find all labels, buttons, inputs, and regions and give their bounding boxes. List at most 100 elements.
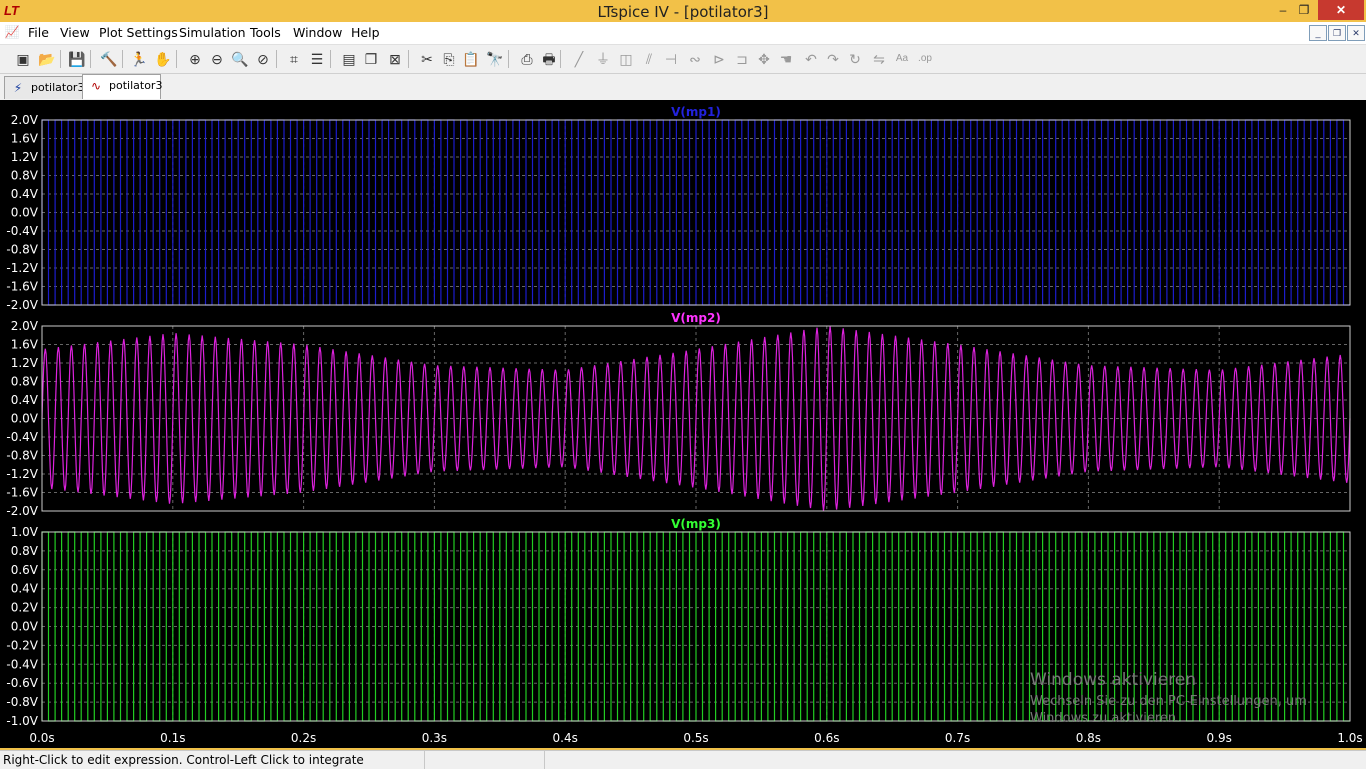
toolbar: ▣ 📂 💾 🔨 🏃 ✋ ⊕ ⊖ 🔍 ⊘ ⌗ ☰ ▤ ❐ ⊠ ✂ ⎘ 📋 🔭 ⎙ 🖶 ╱ ⏚ ◫ ⫽ ⊣ ∾ ⊳ ⊐ ✥ ☚ ↶ ↷ ↻ ⇋ Aa .op xyxy=(0,45,1366,74)
menu-window[interactable]: Window xyxy=(293,25,342,40)
waveform-plots-svg: 2.0V 1.6V 1.2V 0.8V 0.4V 0.0V -0.4V -0.8V -1.2V -… xyxy=(6,105,1362,745)
y-tick-label: 0.8V xyxy=(11,544,39,558)
zoom-cancel-icon[interactable]: ⊘ xyxy=(254,50,272,68)
toolbar-separator xyxy=(408,50,409,68)
chart-doc-icon[interactable]: 📈 xyxy=(3,23,21,41)
halt-icon[interactable]: ✋ xyxy=(154,50,172,68)
mdi-close-button[interactable]: ✕ xyxy=(1347,25,1365,41)
toolbar-separator xyxy=(90,50,91,68)
zoom-out-icon[interactable]: ⊖ xyxy=(208,50,226,68)
y-tick-label: 0.0V xyxy=(11,206,39,220)
schematic-icon: ⚡ xyxy=(13,81,23,95)
tab-label: potilator3 xyxy=(109,79,163,92)
y-tick-label: 1.6V xyxy=(11,132,39,146)
cascade-icon[interactable]: ❐ xyxy=(362,50,380,68)
menu-view[interactable]: View xyxy=(60,25,90,40)
y-tick-label: 0.8V xyxy=(11,375,39,389)
run-icon[interactable]: 🏃 xyxy=(130,50,148,68)
toolbar-separator xyxy=(560,50,561,68)
toolbar-separator xyxy=(176,50,177,68)
watermark-line-2: Wechseln Sie zu den PC-Einstellungen, um xyxy=(1030,694,1307,709)
windows-activation-watermark: Windows aktivieren Wechseln Sie zu den P… xyxy=(1030,670,1307,726)
y-tick-label: -0.4V xyxy=(6,657,38,671)
y-tick-label: 0.6V xyxy=(11,563,39,577)
menu-tools[interactable]: Tools xyxy=(250,25,281,40)
menu-file[interactable]: File xyxy=(28,25,49,40)
ground-icon[interactable]: ⏚ xyxy=(594,50,612,68)
close-window-icon[interactable]: ⊠ xyxy=(386,50,404,68)
zoom-in-icon[interactable]: ⊕ xyxy=(186,50,204,68)
x-tick-label: 0.0s xyxy=(29,731,54,745)
tab-schematic[interactable]: ⚡ potilator3 xyxy=(4,76,84,99)
waveform-viewer[interactable]: 2.0V 1.6V 1.2V 0.8V 0.4V 0.0V -0.4V -0.8V -1.2V -… xyxy=(0,100,1366,748)
status-cell xyxy=(544,751,675,769)
y-tick-label: -1.2V xyxy=(6,261,38,275)
x-tick-label: 0.5s xyxy=(683,731,708,745)
tab-label: potilator3 xyxy=(31,81,85,94)
y-tick-label: 0.4V xyxy=(11,393,39,407)
menu-plot-settings[interactable]: Plot Settings xyxy=(99,25,178,40)
label-icon[interactable]: ◫ xyxy=(617,50,635,68)
y-tick-label: -0.2V xyxy=(6,638,38,652)
print-setup-icon[interactable]: ⎙ xyxy=(518,50,536,68)
tab-waveform[interactable]: ∿ potilator3 xyxy=(82,74,163,99)
spice-directive-icon[interactable]: .op xyxy=(916,50,934,68)
print-icon[interactable]: 🖶 xyxy=(540,50,558,68)
menu-simulation[interactable]: Simulation xyxy=(179,25,246,40)
component-icon[interactable]: ⊐ xyxy=(733,50,751,68)
y-tick-label: 1.2V xyxy=(11,356,39,370)
trace-title: V(mp3) xyxy=(671,517,721,531)
resistor-icon[interactable]: ⫽ xyxy=(640,50,658,68)
copy-icon[interactable]: ⎘ xyxy=(440,50,458,68)
rotate-icon[interactable]: ↻ xyxy=(846,50,864,68)
cut-icon[interactable]: ✂ xyxy=(418,50,436,68)
y-tick-label: 2.0V xyxy=(11,113,39,127)
trace-title: V(mp1) xyxy=(671,105,721,119)
y-tick-label: 0.4V xyxy=(11,187,39,201)
menu-bar: 📈 File View Plot Settings Simulation Too… xyxy=(0,22,1366,45)
y-tick-label: -2.0V xyxy=(6,298,38,312)
maximize-button[interactable]: ❐ xyxy=(1291,0,1317,20)
paste-icon[interactable]: 📋 xyxy=(462,50,480,68)
text-icon[interactable]: Aa xyxy=(893,50,911,68)
mdi-minimize-button[interactable]: _ xyxy=(1309,25,1327,41)
x-tick-label: 0.6s xyxy=(814,731,839,745)
autorange-icon[interactable]: ⌗ xyxy=(285,50,303,68)
zoom-back-icon[interactable]: 🔍 xyxy=(231,50,249,68)
control-panel-icon[interactable]: 🔨 xyxy=(100,50,118,68)
status-text: Right-Click to edit expression. Control-… xyxy=(3,753,364,767)
y-tick-label: 0.4V xyxy=(11,582,39,596)
y-tick-label: -0.4V xyxy=(6,430,38,444)
close-button[interactable]: ✕ xyxy=(1318,0,1364,20)
y-tick-label: -0.4V xyxy=(6,224,38,238)
trace-title: V(mp2) xyxy=(671,311,721,325)
open-icon[interactable]: 📂 xyxy=(38,50,56,68)
toolbar-separator xyxy=(508,50,509,68)
wire-icon[interactable]: ╱ xyxy=(570,50,588,68)
diode-icon[interactable]: ⊳ xyxy=(710,50,728,68)
x-tick-label: 0.3s xyxy=(422,731,447,745)
toolbar-separator xyxy=(122,50,123,68)
x-tick-label: 0.9s xyxy=(1207,731,1232,745)
tile-horizontal-icon[interactable]: ☰ xyxy=(308,50,326,68)
y-tick-label: -1.6V xyxy=(6,280,38,294)
capacitor-icon[interactable]: ⊣ xyxy=(662,50,680,68)
y-tick-label: -0.8V xyxy=(6,695,38,709)
x-tick-label: 0.7s xyxy=(945,731,970,745)
mdi-restore-button[interactable]: ❐ xyxy=(1328,25,1346,41)
drag-icon[interactable]: ☚ xyxy=(777,50,795,68)
inductor-icon[interactable]: ∾ xyxy=(686,50,704,68)
new-schematic-icon[interactable]: ▣ xyxy=(14,50,32,68)
find-icon[interactable]: 🔭 xyxy=(486,50,504,68)
title-bar: LT LTspice IV - [potilator3] ‒ ❐ ✕ xyxy=(0,0,1366,22)
undo-icon[interactable]: ↶ xyxy=(802,50,820,68)
redo-icon[interactable]: ↷ xyxy=(824,50,842,68)
mirror-icon[interactable]: ⇋ xyxy=(870,50,888,68)
move-icon[interactable]: ✥ xyxy=(755,50,773,68)
menu-help[interactable]: Help xyxy=(351,25,380,40)
y-tick-label: 1.6V xyxy=(11,338,39,352)
save-icon[interactable]: 💾 xyxy=(68,50,86,68)
y-tick-label: 0.0V xyxy=(11,412,39,426)
tile-vertical-icon[interactable]: ▤ xyxy=(340,50,358,68)
tab-bar: ⚡ potilator3 ∿ potilator3 xyxy=(0,74,1366,100)
